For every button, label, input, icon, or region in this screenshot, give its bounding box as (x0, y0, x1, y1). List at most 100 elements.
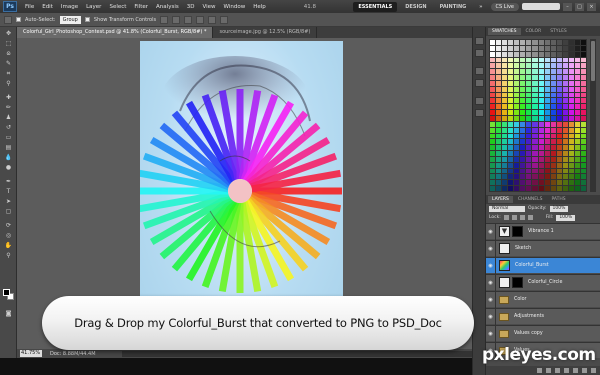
color-swatch[interactable] (520, 133, 526, 139)
foreground-color-swatch[interactable] (3, 289, 10, 296)
color-swatch[interactable] (514, 110, 520, 115)
swatch-grid[interactable] (489, 39, 587, 192)
menu-help[interactable]: Help (249, 4, 270, 10)
color-swatch[interactable] (550, 75, 556, 80)
color-swatch[interactable] (562, 115, 568, 121)
color-swatch[interactable] (532, 40, 538, 45)
color-swatch[interactable] (544, 115, 550, 121)
color-swatch[interactable] (502, 51, 508, 57)
color-swatch[interactable] (544, 180, 550, 186)
color-swatch[interactable] (538, 145, 544, 151)
color-swatch[interactable] (550, 80, 556, 86)
color-swatch[interactable] (574, 104, 580, 110)
align-left-icon[interactable] (196, 15, 205, 24)
color-swatch[interactable] (562, 145, 568, 151)
color-swatch[interactable] (544, 127, 550, 133)
color-swatch[interactable] (508, 45, 514, 51)
close-icon[interactable]: × (587, 2, 596, 11)
eye-icon[interactable]: ◉ (486, 257, 496, 274)
minimize-icon[interactable]: – (563, 2, 572, 11)
color-swatch[interactable] (538, 69, 544, 75)
color-swatch[interactable] (544, 92, 550, 98)
color-swatch[interactable] (580, 69, 586, 75)
color-swatch[interactable] (574, 110, 580, 115)
color-swatch[interactable] (496, 151, 502, 156)
color-swatch[interactable] (562, 127, 568, 133)
color-swatch[interactable] (496, 63, 502, 69)
color-swatch[interactable] (538, 139, 544, 145)
color-swatch[interactable] (556, 127, 562, 133)
color-swatch[interactable] (490, 133, 496, 139)
color-swatch[interactable] (544, 174, 550, 180)
eraser-tool-icon[interactable]: ▭ (4, 135, 13, 141)
color-swatch[interactable] (538, 110, 544, 115)
color-swatch[interactable] (538, 57, 544, 63)
color-swatch[interactable] (502, 115, 508, 121)
color-swatch[interactable] (520, 139, 526, 145)
color-swatch[interactable] (580, 174, 586, 180)
color-swatch[interactable] (580, 92, 586, 98)
zoom-level[interactable]: 41.8 (300, 4, 320, 10)
color-swatch[interactable] (514, 115, 520, 121)
color-swatch[interactable] (538, 63, 544, 69)
color-swatch[interactable] (502, 92, 508, 98)
color-swatch[interactable] (490, 69, 496, 75)
color-swatch[interactable] (580, 115, 586, 121)
color-swatch[interactable] (556, 145, 562, 151)
color-swatch[interactable] (532, 151, 538, 156)
color-swatch[interactable] (490, 92, 496, 98)
color-swatch[interactable] (532, 162, 538, 168)
color-swatch[interactable] (532, 186, 538, 191)
color-swatch[interactable] (538, 92, 544, 98)
clone-source-panel-icon[interactable] (475, 79, 484, 87)
color-swatch[interactable] (568, 92, 574, 98)
color-swatch[interactable] (520, 186, 526, 191)
color-swatch[interactable] (520, 75, 526, 80)
color-swatch[interactable] (496, 186, 502, 191)
blur-tool-icon[interactable]: 💧 (4, 155, 13, 161)
color-swatch[interactable] (532, 75, 538, 80)
color-swatch[interactable] (550, 63, 556, 69)
color-swatch[interactable] (550, 45, 556, 51)
color-swatch[interactable] (550, 133, 556, 139)
color-swatch[interactable] (526, 180, 532, 186)
color-swatch[interactable] (544, 133, 550, 139)
color-swatch[interactable] (544, 51, 550, 57)
color-swatch[interactable] (550, 168, 556, 174)
color-swatch[interactable] (490, 174, 496, 180)
color-swatch[interactable] (556, 75, 562, 80)
color-swatch[interactable] (502, 174, 508, 180)
color-swatch[interactable] (538, 80, 544, 86)
color-swatch[interactable] (562, 110, 568, 115)
color-swatch[interactable] (514, 162, 520, 168)
maximize-icon[interactable]: □ (575, 2, 584, 11)
color-swatch[interactable] (580, 186, 586, 191)
color-swatch[interactable] (532, 110, 538, 115)
color-swatch[interactable] (490, 110, 496, 115)
color-swatch[interactable] (556, 86, 562, 92)
color-swatch[interactable] (550, 121, 556, 127)
zoom-tool-icon[interactable]: ⚲ (4, 253, 13, 259)
color-swatch[interactable] (526, 151, 532, 156)
3d-camera-tool-icon[interactable]: ◎ (4, 233, 13, 239)
color-swatch[interactable] (568, 40, 574, 45)
color-swatch[interactable] (508, 69, 514, 75)
color-swatch[interactable] (502, 104, 508, 110)
menu-view[interactable]: View (198, 4, 219, 10)
color-swatch[interactable] (496, 104, 502, 110)
horizontal-scrollbar[interactable] (122, 350, 472, 357)
color-swatch[interactable] (568, 57, 574, 63)
color-swatch[interactable] (496, 57, 502, 63)
color-swatch[interactable] (562, 80, 568, 86)
eye-icon[interactable]: ◉ (486, 274, 496, 291)
color-swatch[interactable] (556, 57, 562, 63)
color-swatch[interactable] (532, 168, 538, 174)
type-tool-icon[interactable]: T (4, 189, 13, 195)
color-swatch[interactable] (574, 51, 580, 57)
color-swatch[interactable] (526, 75, 532, 80)
color-swatch[interactable] (526, 104, 532, 110)
character-panel-icon[interactable] (475, 97, 484, 105)
color-swatch[interactable] (526, 139, 532, 145)
layer-group-row[interactable]: ◉ Color (486, 291, 600, 308)
color-swatch[interactable] (544, 139, 550, 145)
